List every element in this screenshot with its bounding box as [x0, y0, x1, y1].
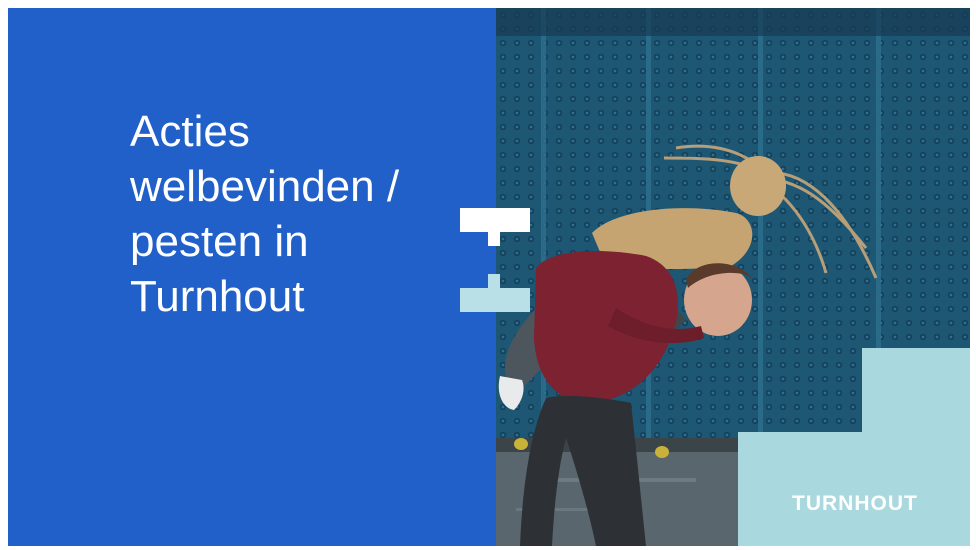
title-panel: Acties welbevinden / pesten in Turnhout	[8, 8, 496, 546]
presentation-slide: Acties welbevinden / pesten in Turnhout	[8, 8, 970, 546]
turnhout-t-logo-icon	[460, 208, 530, 312]
turnhout-wordmark: TURNHOUT	[792, 492, 918, 515]
slide-title: Acties welbevinden / pesten in Turnhout	[130, 107, 400, 321]
